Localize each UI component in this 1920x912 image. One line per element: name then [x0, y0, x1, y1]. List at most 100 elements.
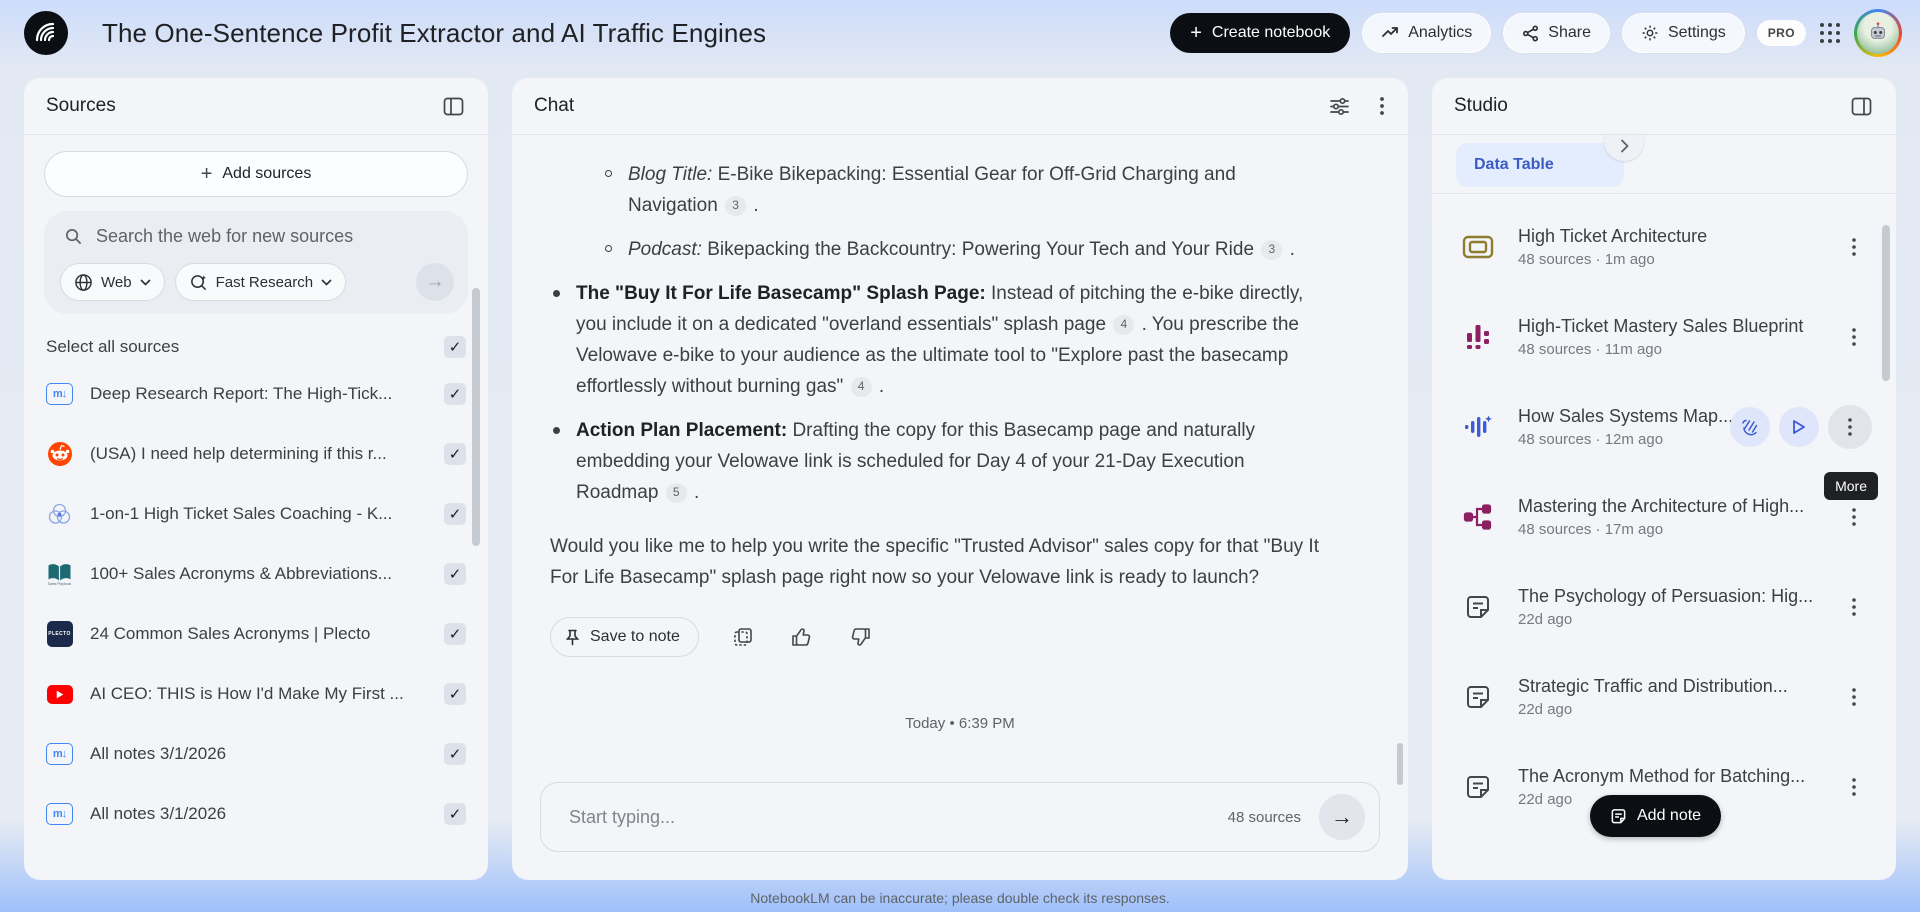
- source-row[interactable]: Sales Playbook100+ Sales Acronyms & Abbr…: [24, 544, 488, 604]
- more-menu-button[interactable]: [1846, 772, 1862, 802]
- create-notebook-button[interactable]: + Create notebook: [1170, 13, 1350, 53]
- chevron-down-icon: [321, 279, 332, 286]
- add-sources-button[interactable]: + Add sources: [44, 151, 468, 197]
- flashcards-icon: [1462, 234, 1494, 260]
- search-submit-button[interactable]: →: [416, 263, 454, 301]
- citation-chip[interactable]: 4: [1113, 315, 1134, 335]
- play-audio-button[interactable]: [1779, 407, 1819, 447]
- studio-item-title: High Ticket Architecture: [1518, 226, 1832, 247]
- thumbs-up-icon[interactable]: [787, 623, 816, 651]
- thumbs-down-icon[interactable]: [846, 623, 875, 651]
- chat-text-run: .: [874, 376, 885, 397]
- more-menu-button[interactable]: [1828, 405, 1872, 449]
- source-row[interactable]: (USA) I need help determining if this r.…: [24, 424, 488, 484]
- share-button[interactable]: Share: [1503, 13, 1610, 53]
- notebooklm-logo-icon[interactable]: [24, 11, 68, 55]
- studio-item-row[interactable]: High-Ticket Mastery Sales Blueprint 48 s…: [1432, 292, 1896, 382]
- more-menu-button[interactable]: [1846, 682, 1862, 712]
- chat-scrollbar[interactable]: [1397, 743, 1403, 785]
- studio-item-actions: [1730, 405, 1872, 449]
- notebook-title: The One-Sentence Profit Extractor and AI…: [102, 18, 1170, 49]
- source-title: All notes 3/1/2026: [90, 744, 427, 764]
- source-row[interactable]: m↓ All notes 3/1/2026 ✓: [24, 724, 488, 784]
- source-row[interactable]: m↓All notes 3/1/2026✓: [24, 784, 488, 844]
- search-input[interactable]: [96, 226, 454, 247]
- wave-hand-icon: [1740, 417, 1760, 437]
- settings-button[interactable]: Settings: [1622, 13, 1745, 53]
- markdown-icon: m↓: [46, 743, 73, 765]
- disclaimer-text: NotebookLM can be inaccurate; please dou…: [512, 890, 1408, 906]
- add-note-button[interactable]: Add note: [1590, 795, 1721, 837]
- more-menu-button[interactable]: [1846, 232, 1862, 262]
- source-row[interactable]: 1-on-1 High Ticket Sales Coaching - K...…: [24, 484, 488, 544]
- apps-grid-icon[interactable]: [1818, 21, 1842, 45]
- studio-item-title: Strategic Traffic and Distribution...: [1518, 676, 1832, 697]
- more-menu-button[interactable]: [1846, 592, 1862, 622]
- analytics-button[interactable]: Analytics: [1362, 13, 1491, 53]
- source-checkbox[interactable]: ✓: [444, 683, 466, 705]
- save-to-note-button[interactable]: Save to note: [550, 617, 699, 657]
- search-sparkle-icon: [189, 273, 208, 292]
- source-row[interactable]: AI CEO: THIS is How I'd Make My First ..…: [24, 664, 488, 724]
- chat-date-label: Today • 6:39 PM: [512, 715, 1408, 732]
- studio-item-row[interactable]: The Psychology of Persuasion: Hig... 22d…: [1432, 562, 1896, 652]
- source-checkbox[interactable]: ✓: [444, 503, 466, 525]
- globe-icon: [74, 273, 93, 292]
- send-button[interactable]: →: [1319, 794, 1365, 840]
- source-checkbox[interactable]: ✓: [444, 743, 466, 765]
- citation-chip[interactable]: 3: [1261, 240, 1282, 260]
- source-checkbox[interactable]: ✓: [444, 563, 466, 585]
- studio-item-row[interactable]: How Sales Systems Map... 48 sources · 12…: [1432, 382, 1896, 472]
- collapse-panel-icon[interactable]: [1847, 93, 1876, 120]
- chat-settings-sliders-icon[interactable]: [1325, 93, 1354, 120]
- markdown-icon: m↓: [46, 383, 73, 405]
- studio-item-meta: 48 sources · 1m ago: [1518, 251, 1832, 268]
- source-title: Deep Research Report: The High-Tick...: [90, 384, 427, 404]
- search-icon: [64, 227, 83, 246]
- chat-text-run: .: [748, 195, 759, 216]
- studio-item-row[interactable]: Strategic Traffic and Distribution... 22…: [1432, 652, 1896, 742]
- more-tooltip: More: [1824, 472, 1878, 500]
- citation-chip[interactable]: 5: [666, 483, 687, 503]
- source-checkbox[interactable]: ✓: [444, 443, 466, 465]
- pin-icon: [565, 629, 580, 646]
- sources-scrollbar[interactable]: [472, 288, 480, 546]
- citation-chip[interactable]: 3: [725, 196, 746, 216]
- source-checkbox[interactable]: ✓: [444, 803, 466, 825]
- gear-icon: [1641, 24, 1659, 42]
- source-row[interactable]: PLECTO24 Common Sales Acronyms | Plecto✓: [24, 604, 488, 664]
- source-checkbox[interactable]: ✓: [444, 623, 466, 645]
- more-menu-button[interactable]: [1846, 322, 1862, 352]
- more-menu-button[interactable]: [1846, 502, 1862, 532]
- chat-more-menu-icon[interactable]: [1376, 93, 1388, 119]
- citation-chip[interactable]: 4: [851, 377, 872, 397]
- source-row[interactable]: m↓ Deep Research Report: The High-Tick...…: [24, 364, 488, 424]
- studio-scrollbar[interactable]: [1882, 225, 1890, 381]
- source-checkbox[interactable]: ✓: [444, 383, 466, 405]
- bullet-marker: [553, 427, 560, 434]
- copy-icon[interactable]: [729, 623, 757, 651]
- web-filter-chip[interactable]: Web: [60, 263, 165, 301]
- web-search-card: Web Fast Research →: [44, 211, 468, 314]
- account-avatar[interactable]: [1854, 9, 1902, 57]
- select-all-checkbox[interactable]: ✓: [444, 336, 466, 358]
- chat-text-run: Podcast:: [628, 239, 702, 260]
- data-table-chip[interactable]: Data Table: [1456, 143, 1624, 187]
- studio-item-meta: 48 sources · 17m ago: [1518, 521, 1832, 538]
- studio-output-strip: Data Table: [1432, 135, 1896, 193]
- chat-bullet: Action Plan Placement: Drafting the copy…: [550, 415, 1324, 508]
- kebab-icon: [1848, 418, 1852, 436]
- studio-item-title: High-Ticket Mastery Sales Blueprint: [1518, 316, 1832, 337]
- flow-icon: [1462, 503, 1494, 531]
- studio-item-row[interactable]: High Ticket Architecture 48 sources · 1m…: [1432, 202, 1896, 292]
- play-icon: [1792, 419, 1806, 435]
- studio-item-title: Mastering the Architecture of High...: [1518, 496, 1832, 517]
- chat-text-run: Bikepacking the Backcountry: Powering Yo…: [702, 239, 1259, 260]
- venn-icon: [46, 501, 73, 527]
- studio-panel: Studio Data Table High Ticket Architectu…: [1432, 78, 1896, 880]
- chat-text-input[interactable]: [569, 807, 1228, 828]
- select-all-label: Select all sources: [46, 337, 179, 357]
- collapse-panel-icon[interactable]: [439, 93, 468, 120]
- interactive-mode-button[interactable]: [1730, 407, 1770, 447]
- fast-research-chip[interactable]: Fast Research: [175, 263, 347, 301]
